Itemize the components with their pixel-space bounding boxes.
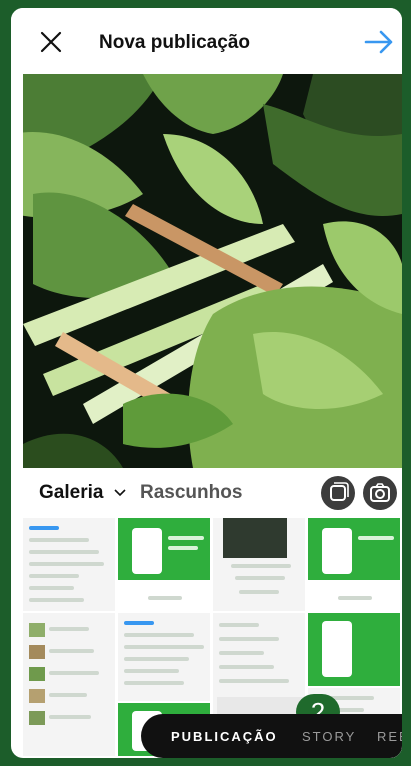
chevron-down-icon[interactable]: [113, 486, 127, 500]
top-bar: Nova publicação: [11, 8, 402, 74]
media-thumbnail[interactable]: [213, 518, 307, 613]
photo-preview[interactable]: [23, 74, 402, 468]
camera-icon: [370, 483, 390, 502]
mode-reel-tab[interactable]: REEL: [377, 729, 402, 744]
media-thumbnail[interactable]: [23, 518, 117, 613]
media-thumbnail[interactable]: [308, 613, 402, 688]
mode-post-tab[interactable]: PUBLICAÇÃO: [171, 729, 278, 744]
mode-selector: PUBLICAÇÃO STORY REEL: [141, 714, 402, 758]
multi-select-button[interactable]: [321, 476, 355, 510]
camera-button[interactable]: [363, 476, 397, 510]
media-thumbnail[interactable]: [118, 613, 212, 703]
media-thumbnail[interactable]: [23, 613, 117, 758]
arrow-right-icon[interactable]: [364, 28, 394, 56]
multi-select-icon: [330, 482, 349, 501]
drafts-tab[interactable]: Rascunhos: [140, 482, 242, 504]
page-title: Nova publicação: [99, 32, 250, 53]
close-icon[interactable]: [39, 30, 63, 54]
mode-story-tab[interactable]: STORY: [302, 729, 356, 744]
gallery-source-label[interactable]: Galeria: [39, 482, 103, 504]
media-thumbnail[interactable]: [308, 518, 402, 613]
lettuce-photo: [23, 74, 402, 468]
media-thumbnail[interactable]: [118, 518, 212, 613]
gallery-toolbar: Galeria Rascunhos: [11, 468, 402, 518]
app-frame: Nova publicação Galeria Rascunhos 2 PUBL…: [11, 8, 402, 758]
